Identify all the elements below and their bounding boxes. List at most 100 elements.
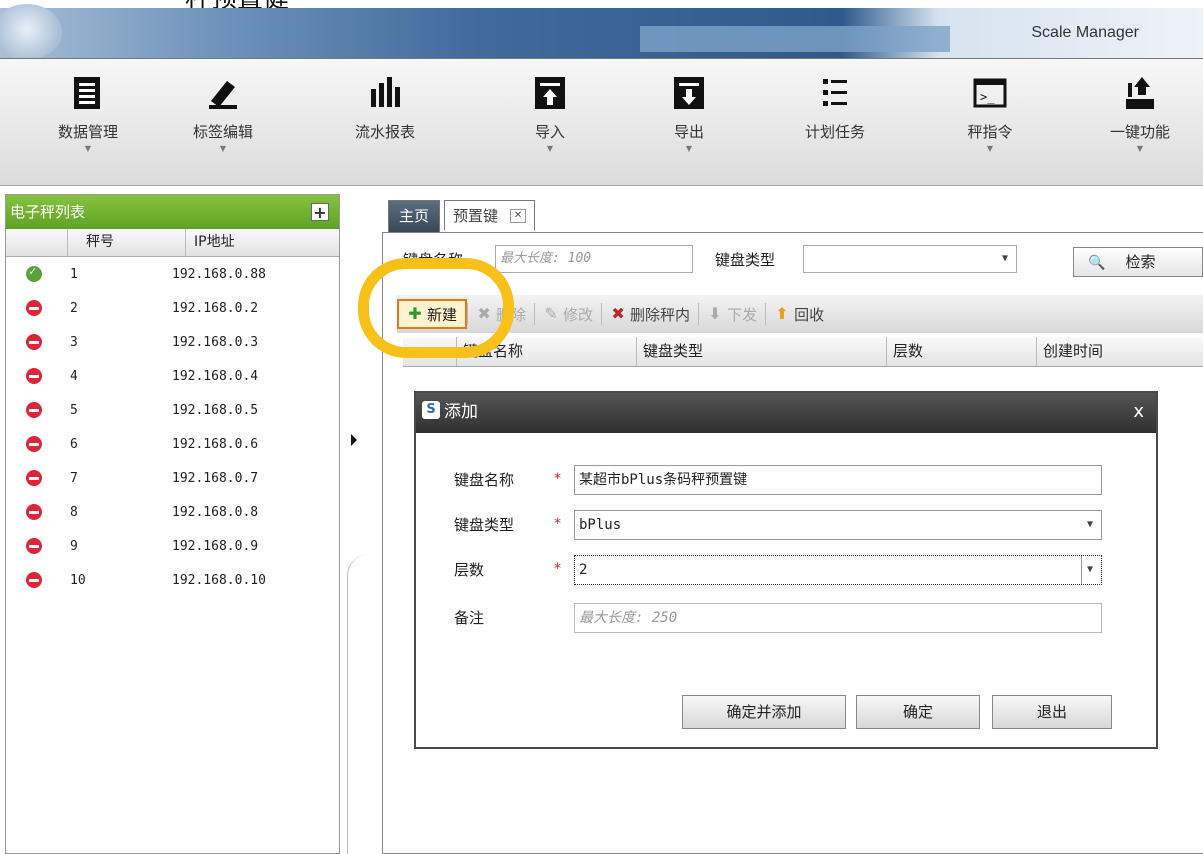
required-mark: * — [554, 516, 561, 532]
toolbar-label: 流水报表 — [354, 123, 415, 141]
close-icon[interactable]: x — [1133, 393, 1144, 431]
tab-strip: 主页 预置键 ✕ — [388, 200, 539, 232]
title-decoration — [640, 26, 950, 52]
scale-row[interactable]: 9 192.168.0.9 — [6, 529, 339, 563]
toolbar-label-edit[interactable]: 标签编辑 ▼ — [168, 75, 278, 154]
chevron-down-icon: ▼ — [986, 144, 994, 153]
offline-status-icon — [26, 334, 42, 350]
close-tab-icon[interactable]: ✕ — [510, 208, 527, 223]
scale-row[interactable]: 10 192.168.0.10 — [6, 563, 339, 597]
window-caption-fragment: 秤预置健 — [185, 0, 289, 8]
keyboard-type-select[interactable]: bPlus ▼ — [574, 510, 1102, 540]
scale-command-icon: >_ — [972, 75, 1008, 111]
chevron-down-icon: ▼ — [1080, 556, 1093, 584]
scale-row[interactable]: 4 192.168.0.4 — [6, 359, 339, 393]
column-keyboard-type[interactable]: 键盘类型 — [637, 337, 887, 366]
scale-ip: 192.168.0.88 — [172, 266, 266, 282]
column-layers[interactable]: 层数 — [887, 337, 1037, 366]
required-mark: * — [554, 471, 561, 487]
data-management-icon — [70, 75, 106, 111]
app-name: Scale Manager — [1031, 24, 1139, 41]
column-scale-no[interactable]: 秤号 — [68, 229, 186, 256]
edit-icon: ✎ — [544, 304, 558, 323]
toolbar-scale-command[interactable]: >_ 秤指令 ▼ — [935, 75, 1045, 154]
scale-row[interactable]: 6 192.168.0.6 — [6, 427, 339, 461]
grid-header: 键盘名称 键盘类型 层数 创建时间 — [403, 337, 1203, 367]
scale-list-panel: 电子秤列表 + 秤号 IP地址 1192.168.0.882192.168.0.… — [5, 194, 340, 854]
name-label: 键盘名称 — [454, 471, 515, 489]
chevron-down-icon: ▼ — [546, 144, 554, 153]
tab-home[interactable]: 主页 — [388, 200, 441, 232]
toolbar-label: 秤指令 — [967, 123, 1013, 141]
chevron-down-icon: ▼ — [84, 144, 92, 153]
confirm-and-add-button[interactable]: 确定并添加 — [682, 695, 846, 729]
dialog-title: 添加 — [444, 402, 478, 422]
dialog-title-bar: S 添加 x — [416, 393, 1156, 433]
toolbar-one-key[interactable]: 一键功能 ▼ — [1085, 75, 1195, 154]
delete-in-scale-button[interactable]: ✖ 删除秤内 — [602, 299, 698, 329]
toolbar-import[interactable]: 导入 ▼ — [495, 75, 605, 154]
scheduled-task-icon — [817, 75, 853, 111]
online-status-icon — [26, 264, 42, 282]
chevron-down-icon: ▼ — [1001, 253, 1008, 264]
scale-row[interactable]: 5 192.168.0.5 — [6, 393, 339, 427]
collapse-arrow-icon[interactable] — [351, 434, 357, 446]
layers-select[interactable]: 2 ▼ — [574, 555, 1102, 585]
scale-row[interactable]: 7 192.168.0.7 — [6, 461, 339, 495]
scale-row[interactable]: 8 192.168.0.8 — [6, 495, 339, 529]
scale-no: 6 — [70, 436, 78, 452]
ok-button[interactable]: 确定 — [856, 695, 980, 729]
svg-text:>_: >_ — [980, 90, 995, 104]
scale-no: 5 — [70, 402, 78, 418]
scale-row[interactable]: 3 192.168.0.3 — [6, 325, 339, 359]
name-search-input[interactable]: 最大长度: 100 — [495, 245, 693, 273]
scale-no: 9 — [70, 538, 78, 554]
app-orb-icon[interactable] — [0, 4, 62, 60]
type-search-select[interactable]: ▼ — [803, 245, 1017, 273]
offline-status-icon — [26, 436, 42, 452]
label-edit-icon — [205, 75, 241, 111]
scale-ip: 192.168.0.6 — [172, 436, 259, 452]
offline-status-icon — [26, 504, 42, 520]
scale-ip: 192.168.0.4 — [172, 368, 259, 384]
note-input[interactable]: 最大长度: 250 — [574, 603, 1102, 633]
export-icon — [671, 75, 707, 111]
toolbar-scheduled-task[interactable]: 计划任务 — [780, 75, 890, 154]
tab-preset-keys[interactable]: 预置键 ✕ — [444, 200, 536, 230]
scale-row[interactable]: 1 192.168.0.88 — [6, 257, 339, 291]
send-button[interactable]: ⬇ 下发 — [699, 299, 765, 329]
toolbar-export[interactable]: 导出 ▼ — [634, 75, 744, 154]
scale-no: 3 — [70, 334, 78, 350]
type-label: 键盘类型 — [454, 516, 515, 534]
main-toolbar: 数据管理 ▼ 标签编辑 ▼ 流水报表 导入 ▼ 导出 ▼ 计划任务 >_ 秤指令 ▼ 一键… — [0, 58, 1203, 186]
column-ip[interactable]: IP地址 — [186, 229, 339, 256]
highlight-ring — [358, 258, 514, 358]
note-field-row: 备注 最大长度: 250 — [416, 603, 1156, 633]
layers-label: 层数 — [454, 561, 485, 579]
title-bar: Scale Manager — [0, 4, 1203, 60]
add-dialog: S 添加 x 键盘名称 * 某超市bPlus条码秤预置键 键盘类型 * bPlus… — [414, 391, 1158, 749]
toolbar-label: 导入 — [534, 123, 565, 141]
scale-row[interactable]: 2 192.168.0.2 — [6, 291, 339, 325]
scale-no: 8 — [70, 504, 78, 520]
scale-ip: 192.168.0.3 — [172, 334, 259, 350]
search-button[interactable]: 🔍 检索 — [1073, 247, 1203, 277]
keyboard-name-input[interactable]: 某超市bPlus条码秤预置键 — [574, 465, 1102, 495]
scale-ip: 192.168.0.8 — [172, 504, 259, 520]
chevron-down-icon: ▼ — [1136, 144, 1144, 153]
edit-button[interactable]: ✎ 修改 — [535, 299, 601, 329]
send-icon: ⬇ — [708, 304, 722, 323]
scale-ip: 192.168.0.9 — [172, 538, 259, 554]
recall-button[interactable]: ⬆ 回收 — [766, 299, 832, 329]
app-logo-icon: S — [422, 401, 440, 419]
scale-list-header: 电子秤列表 + — [6, 195, 339, 229]
toolbar-label: 计划任务 — [804, 123, 865, 141]
add-scale-icon[interactable]: + — [311, 203, 329, 221]
toolbar-report[interactable]: 流水报表 — [330, 75, 440, 154]
exit-button[interactable]: 退出 — [992, 695, 1112, 729]
scale-list-title: 电子秤列表 — [10, 203, 86, 221]
column-created-time[interactable]: 创建时间 — [1037, 337, 1203, 366]
toolbar-data-management[interactable]: 数据管理 ▼ — [33, 75, 143, 154]
chevron-down-icon: ▼ — [685, 144, 693, 153]
scale-no: 4 — [70, 368, 78, 384]
